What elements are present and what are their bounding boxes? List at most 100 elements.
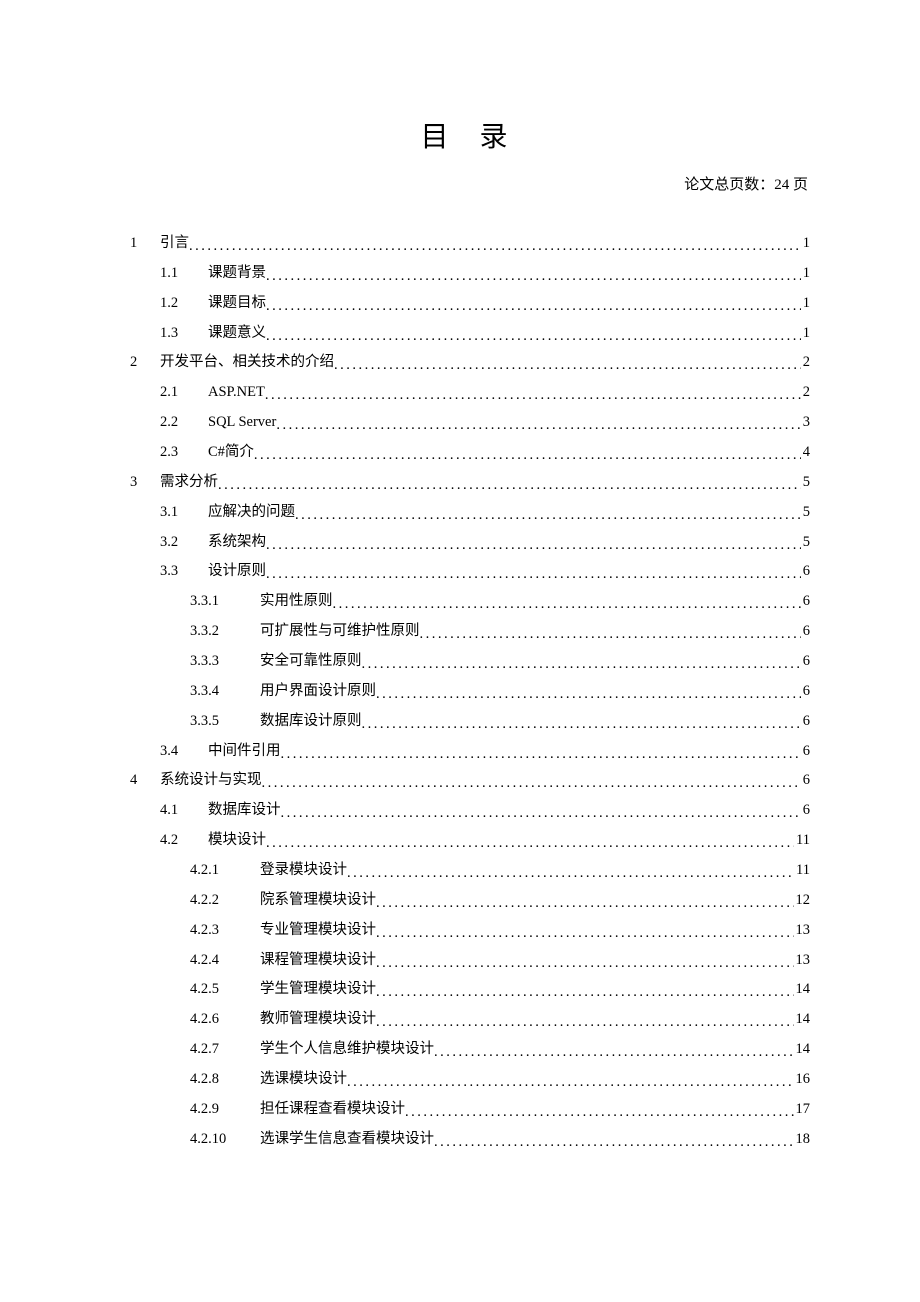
toc-entry: 2.3C#简介4 <box>130 438 810 468</box>
toc-entry: 4.2.10选课学生信息查看模块设计18 <box>130 1125 810 1155</box>
toc-entry-number: 4.2.4 <box>190 946 260 976</box>
toc-entry-page: 6 <box>801 617 810 647</box>
toc-entry-number: 4.2.5 <box>190 975 260 1005</box>
toc-entry-label: 课题意义 <box>208 319 266 349</box>
toc-entry: 2开发平台、相关技术的介绍2 <box>130 348 810 378</box>
toc-entry-page: 12 <box>794 886 811 916</box>
toc-entry-number: 4.2.8 <box>190 1065 260 1095</box>
toc-entry: 4.2模块设计 11 <box>130 826 810 856</box>
toc-entry-label: 模块设计 <box>208 826 266 856</box>
toc-entry-page: 1 <box>801 229 810 259</box>
toc-entry-number: 3.1 <box>160 498 208 528</box>
toc-entry: 4.1数据库设计 6 <box>130 796 810 826</box>
toc-entry-label: 引言 <box>160 229 189 259</box>
toc-entry-label: ASP.NET <box>208 378 265 408</box>
toc-entry-page: 14 <box>794 1035 811 1065</box>
toc-entry-number: 4.2 <box>160 826 208 856</box>
toc-title: 目 录 <box>130 115 810 155</box>
toc-entry-label: 应解决的问题 <box>208 498 295 528</box>
toc-dot-leader <box>266 262 801 292</box>
toc-entry-page: 6 <box>801 766 810 796</box>
toc-entry: 2.2SQL Server3 <box>130 408 810 438</box>
toc-entry: 3.3.2可扩展性与可维护性原则6 <box>130 617 810 647</box>
toc-entry-page: 1 <box>801 319 810 349</box>
toc-entry-number: 3.4 <box>160 737 208 767</box>
toc-entry: 3.3.5数据库设计原则6 <box>130 707 810 737</box>
toc-entry-page: 1 <box>801 289 810 319</box>
toc-entry: 4系统设计与实现 6 <box>130 766 810 796</box>
toc-entry: 4.2.3专业管理模块设计13 <box>130 916 810 946</box>
toc-dot-leader <box>376 680 801 710</box>
toc-entry-page: 5 <box>801 468 810 498</box>
toc-entry-number: 4.2.2 <box>190 886 260 916</box>
toc-entry: 2.1ASP.NET2 <box>130 378 810 408</box>
toc-entry-label: 系统设计与实现 <box>160 766 262 796</box>
toc-entry-page: 6 <box>801 677 810 707</box>
toc-dot-leader <box>376 949 794 979</box>
toc-entry: 3需求分析5 <box>130 468 810 498</box>
toc-dot-leader <box>333 590 801 620</box>
toc-entry-label: 院系管理模块设计 <box>260 886 376 916</box>
toc-entry-page: 6 <box>801 707 810 737</box>
toc-dot-leader <box>376 889 794 919</box>
toc-entry-page: 13 <box>794 946 811 976</box>
toc-entry-number: 3.3.5 <box>190 707 260 737</box>
toc-dot-leader <box>276 411 800 441</box>
toc-entry-label: 用户界面设计原则 <box>260 677 376 707</box>
toc-entry-label: 开发平台、相关技术的介绍 <box>160 348 334 378</box>
toc-entry-number: 2.2 <box>160 408 208 438</box>
toc-entry-page: 6 <box>801 587 810 617</box>
toc-entry-label: 课题目标 <box>208 289 266 319</box>
toc-dot-leader <box>266 560 801 590</box>
toc-dot-leader <box>266 531 801 561</box>
toc-entry-number: 1.1 <box>160 259 208 289</box>
toc-entry: 3.3.3安全可靠性原则6 <box>130 647 810 677</box>
toc-entry-number: 4.2.6 <box>190 1005 260 1035</box>
toc-entry: 3.1应解决的问题 5 <box>130 498 810 528</box>
toc-entry-label: 设计原则 <box>208 557 266 587</box>
toc-entry: 4.2.6教师管理模块设计14 <box>130 1005 810 1035</box>
toc-entry-label: 可扩展性与可维护性原则 <box>260 617 420 647</box>
toc-entry: 4.2.5学生管理模块设计 14 <box>130 975 810 1005</box>
toc-entry-page: 18 <box>794 1125 811 1155</box>
toc-dot-leader <box>266 292 801 322</box>
toc-entry: 1引言1 <box>130 229 810 259</box>
toc-entry-label: 学生管理模块设计 <box>260 975 376 1005</box>
toc-dot-leader <box>265 381 801 411</box>
toc-dot-leader <box>362 710 801 740</box>
toc-entry-number: 3.3.4 <box>190 677 260 707</box>
toc-entry-number: 4.2.3 <box>190 916 260 946</box>
toc-dot-leader <box>295 501 801 531</box>
toc-entry-label: 课题背景 <box>208 259 266 289</box>
toc-entry-number: 1.3 <box>160 319 208 349</box>
toc-entry-page: 1 <box>801 259 810 289</box>
toc-entry-number: 4.2.1 <box>190 856 260 886</box>
toc-dot-leader <box>434 1038 794 1068</box>
toc-dot-leader <box>420 620 801 650</box>
toc-entry-page: 2 <box>801 348 810 378</box>
toc-entry-page: 14 <box>794 975 811 1005</box>
toc-entry-label: 实用性原则 <box>260 587 333 617</box>
toc-entry: 4.2.2院系管理模块设计 12 <box>130 886 810 916</box>
toc-subtitle: 论文总页数：24 页 <box>130 173 810 194</box>
toc-entry-page: 6 <box>801 796 810 826</box>
toc-entry-label: 选课学生信息查看模块设计 <box>260 1125 434 1155</box>
toc-entry-number: 1.2 <box>160 289 208 319</box>
toc-entry-number: 2.3 <box>160 438 208 468</box>
toc-entry: 4.2.9担任课程查看模块设计17 <box>130 1095 810 1125</box>
toc-entry-number: 4 <box>130 766 160 796</box>
toc-entry: 1.1课题背景 1 <box>130 259 810 289</box>
toc-entry-label: 中间件引用 <box>208 737 281 767</box>
toc-entry-label: 系统架构 <box>208 528 266 558</box>
toc-entry-label: 数据库设计 <box>208 796 281 826</box>
toc-entry-page: 5 <box>801 498 810 528</box>
toc-entry-page: 17 <box>794 1095 811 1125</box>
table-of-contents: 1引言11.1课题背景11.2课题目标11.3课题意义12开发平台、相关技术的介… <box>130 229 810 1155</box>
toc-entry-number: 1 <box>130 229 160 259</box>
toc-entry-page: 11 <box>794 826 810 856</box>
toc-entry-label: 登录模块设计 <box>260 856 347 886</box>
toc-entry: 3.3设计原则6 <box>130 557 810 587</box>
toc-entry-page: 4 <box>801 438 810 468</box>
toc-entry-number: 4.1 <box>160 796 208 826</box>
toc-entry: 4.2.8选课模块设计16 <box>130 1065 810 1095</box>
